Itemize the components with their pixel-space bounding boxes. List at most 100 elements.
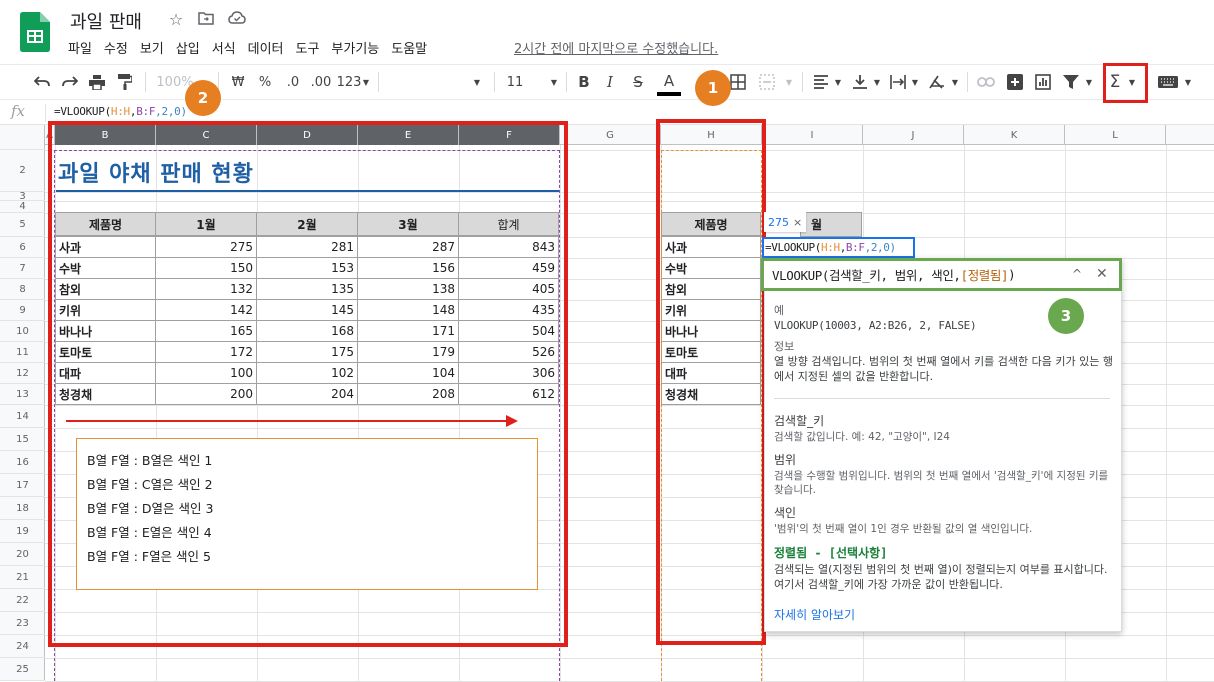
active-cell-editor[interactable]: =VLOOKUP(H:H, B:F ,2,0) (762, 237, 915, 258)
row-header[interactable]: 21 (0, 566, 45, 589)
print-icon[interactable] (87, 70, 107, 94)
merge-dropdown-icon[interactable]: ▼ (784, 70, 794, 94)
row-header[interactable]: 9 (0, 300, 45, 321)
close-help-icon[interactable]: ✕ (1096, 266, 1108, 282)
row-header[interactable]: 13 (0, 384, 45, 405)
row-header[interactable]: 16 (0, 451, 45, 474)
keyboard-icon[interactable] (1157, 70, 1179, 94)
text-rotation-icon[interactable] (927, 70, 947, 94)
valign-dropdown-icon[interactable]: ▼ (872, 70, 882, 94)
input-tools-dropdown-icon[interactable]: ▼ (1183, 70, 1193, 94)
font-family-dropdown-icon[interactable]: ▼ (472, 70, 482, 94)
collapse-icon[interactable]: ^ (1072, 267, 1082, 281)
decrease-decimal-button[interactable]: .0 (281, 70, 305, 94)
toolbar-separator (378, 72, 379, 92)
row-header[interactable]: 3 (0, 191, 45, 202)
row-header[interactable]: 12 (0, 363, 45, 384)
row-header[interactable]: 10 (0, 321, 45, 342)
formula-ref-range: B:F (845, 241, 865, 254)
star-icon[interactable]: ☆ (166, 10, 186, 29)
menu-help[interactable]: 도움말 (391, 38, 427, 57)
filter-dropdown-icon[interactable]: ▼ (1084, 70, 1094, 94)
row-header[interactable]: 25 (0, 658, 45, 681)
last-edit-link[interactable]: 2시간 전에 마지막으로 수정했습니다. (514, 38, 718, 57)
close-icon[interactable]: × (793, 216, 802, 229)
horizontal-align-icon[interactable] (811, 70, 831, 94)
row-header[interactable]: 14 (0, 405, 45, 428)
menu-format[interactable]: 서식 (212, 38, 236, 57)
step-badge-3: 3 (1048, 298, 1084, 334)
vertical-align-icon[interactable] (850, 70, 870, 94)
menu-view[interactable]: 보기 (140, 38, 164, 57)
toolbar-separator (967, 72, 968, 92)
menu-file[interactable]: 파일 (68, 38, 92, 57)
document-title[interactable]: 과일 판매 (70, 8, 142, 34)
redo-icon[interactable] (60, 70, 80, 94)
row-header[interactable]: 22 (0, 589, 45, 612)
menu-tools[interactable]: 도구 (296, 38, 320, 57)
italic-button[interactable]: I (601, 70, 619, 94)
menu-addons[interactable]: 부가기능 (331, 38, 379, 57)
increase-decimal-button[interactable]: .00 (308, 70, 334, 94)
halign-dropdown-icon[interactable]: ▼ (833, 70, 843, 94)
borders-icon[interactable] (728, 70, 748, 94)
column-header-l[interactable]: L (1065, 125, 1166, 145)
row-header[interactable]: 2 (0, 150, 45, 192)
more-formats-button[interactable]: 123 (337, 70, 362, 94)
row-header[interactable]: 7 (0, 258, 45, 279)
value-preview: 275 (768, 215, 789, 229)
bold-button[interactable]: B (575, 70, 593, 94)
sheets-logo[interactable] (20, 12, 50, 52)
chevron-down-icon[interactable]: ▼ (362, 70, 370, 94)
text-color-button[interactable]: A (657, 70, 681, 96)
row-header[interactable]: 19 (0, 520, 45, 543)
menu-insert[interactable]: 삽입 (176, 38, 200, 57)
row-header[interactable]: 11 (0, 342, 45, 363)
text-wrapping-icon[interactable] (888, 70, 908, 94)
range-h-highlight (656, 119, 766, 645)
percent-format-button[interactable]: % (254, 70, 276, 94)
formula-input[interactable]: =VLOOKUP(H:H,B:F,2,0) (54, 105, 187, 118)
menu-bar: 파일 수정 보기 삽입 서식 데이터 도구 부가기능 도움말 (68, 38, 439, 57)
row-header[interactable]: 4 (0, 201, 45, 213)
partial-month-header[interactable]: 월 (800, 212, 862, 237)
row-header[interactable]: 18 (0, 497, 45, 520)
paint-format-icon[interactable] (115, 70, 135, 94)
undo-icon[interactable] (32, 70, 52, 94)
row-header[interactable]: 6 (0, 237, 45, 258)
merge-cells-icon[interactable] (757, 70, 777, 94)
cloud-status-icon[interactable] (227, 10, 247, 29)
column-header-k[interactable]: K (964, 125, 1065, 145)
range-b-f-highlight (48, 121, 568, 647)
row-header[interactable]: 8 (0, 279, 45, 300)
font-size-select[interactable]: 11 (505, 70, 525, 94)
column-header-g[interactable]: G (560, 125, 661, 145)
menu-data[interactable]: 데이터 (248, 38, 284, 57)
row-header[interactable]: 24 (0, 635, 45, 658)
insert-link-icon[interactable] (976, 70, 996, 94)
wrap-dropdown-icon[interactable]: ▼ (910, 70, 920, 94)
functions-highlight (1103, 63, 1148, 103)
select-all-corner[interactable] (0, 125, 45, 145)
font-size-dropdown-icon[interactable]: ▼ (549, 70, 559, 94)
column-header-j[interactable]: J (863, 125, 964, 145)
info-label: 정보 (774, 340, 795, 353)
param-index-desc: '범위'의 첫 번째 열이 1인 경우 반환될 값의 열 색인입니다. (774, 523, 1033, 535)
row-header[interactable]: 23 (0, 612, 45, 635)
row-header[interactable]: 17 (0, 474, 45, 497)
learn-more-link[interactable]: 자세히 알아보기 (774, 606, 855, 623)
strikethrough-button[interactable]: S (629, 70, 647, 94)
param-index: 색인 (774, 506, 797, 520)
column-header-i[interactable]: I (762, 125, 863, 145)
move-folder-icon[interactable] (196, 10, 216, 29)
row-header[interactable]: 5 (0, 213, 45, 237)
currency-format-button[interactable]: ₩ (227, 70, 249, 94)
rotation-dropdown-icon[interactable]: ▼ (950, 70, 960, 94)
insert-comment-icon[interactable] (1005, 70, 1025, 94)
menu-edit[interactable]: 수정 (104, 38, 128, 57)
insert-chart-icon[interactable] (1033, 70, 1053, 94)
filter-icon[interactable] (1061, 70, 1081, 94)
function-signature-header: VLOOKUP(검색할_키, 범위, 색인, [정렬됨]) ^ ✕ (761, 258, 1122, 291)
row-header[interactable]: 15 (0, 428, 45, 451)
row-header[interactable]: 20 (0, 543, 45, 566)
